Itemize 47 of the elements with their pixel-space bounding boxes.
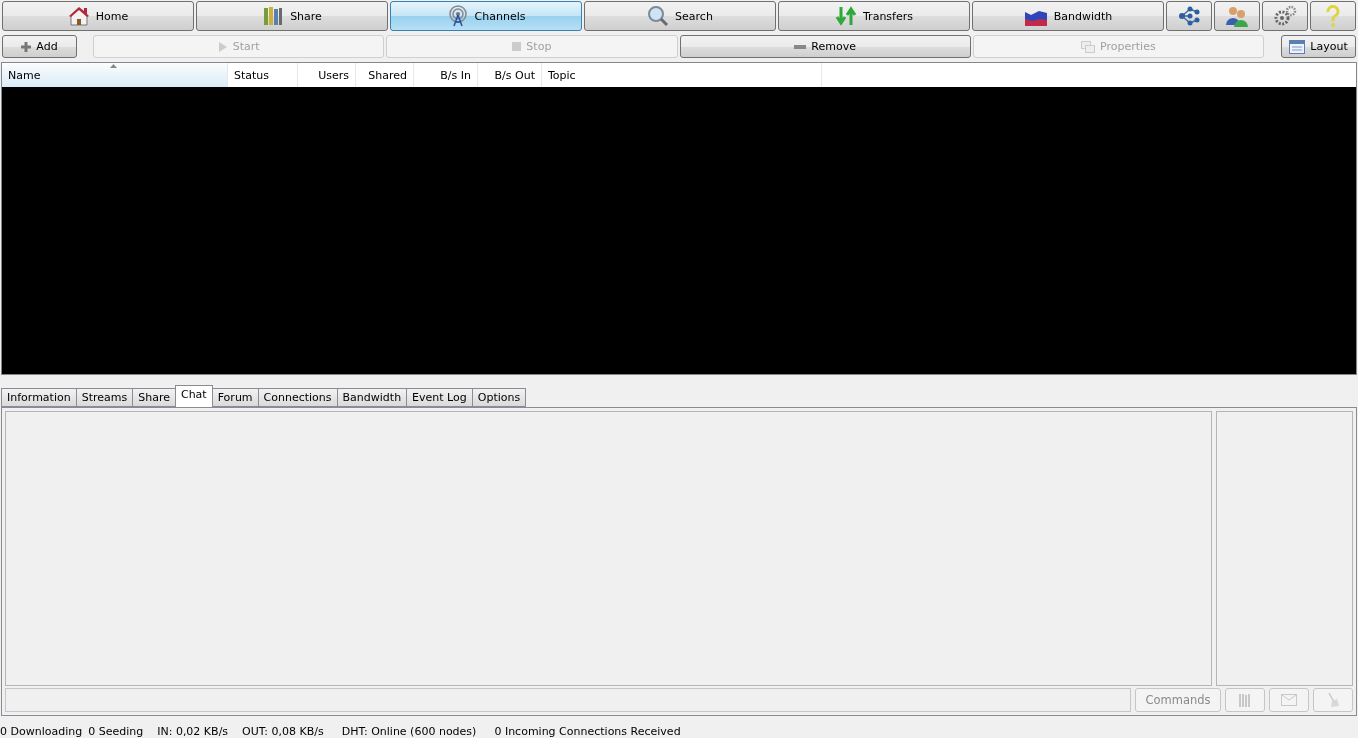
books-icon xyxy=(1238,693,1252,707)
layout-button[interactable]: Layout xyxy=(1281,35,1356,58)
tab[interactable]: Share xyxy=(132,388,176,407)
plus-icon xyxy=(21,41,32,52)
nav-tab[interactable]: Home xyxy=(2,1,194,31)
nav-tab[interactable]: Transfers xyxy=(778,1,970,31)
tab[interactable]: Event Log xyxy=(406,388,473,407)
status-text: 0 Seeding xyxy=(88,725,144,738)
status-text: OUT: 0,08 KB/s xyxy=(242,725,324,738)
nav-tab[interactable]: Share xyxy=(196,1,388,31)
toolbar-button[interactable]: Remove xyxy=(679,35,971,58)
toolbar-icon-button[interactable] xyxy=(1166,1,1212,31)
status-text: 0 Incoming Connections Received xyxy=(494,725,681,738)
play-icon xyxy=(217,41,228,52)
status-text: 0 Downloading xyxy=(0,725,83,738)
nav-tab[interactable]: Bandwidth xyxy=(972,1,1164,31)
antenna-icon xyxy=(446,5,469,27)
arrows-icon xyxy=(835,5,857,27)
toolbar-icon-button[interactable] xyxy=(1214,1,1260,31)
toolbar-icon-button[interactable] xyxy=(1262,1,1308,31)
toolbar-button[interactable]: Add xyxy=(2,35,77,58)
column-header[interactable]: Name xyxy=(2,63,228,87)
nav-tab[interactable]: Channels xyxy=(390,1,582,31)
envelope-icon xyxy=(1281,694,1297,706)
minus-icon xyxy=(794,44,807,49)
tab[interactable]: Streams xyxy=(75,388,134,407)
status-text: DHT: Online (600 nodes) xyxy=(341,725,477,738)
status-text: IN: 0,02 KB/s xyxy=(157,725,229,738)
tab[interactable]: Forum xyxy=(211,388,259,407)
house-icon xyxy=(67,5,90,27)
toolbar-icon-button[interactable] xyxy=(1310,1,1356,31)
nav-tab[interactable]: Search xyxy=(584,1,776,31)
network-icon xyxy=(1177,5,1201,27)
list-icon xyxy=(1289,39,1306,54)
broom-icon xyxy=(1326,692,1340,708)
tab[interactable]: Connections xyxy=(257,388,338,407)
message-field[interactable] xyxy=(5,688,1131,712)
books-icon xyxy=(262,5,285,27)
tab[interactable]: Information xyxy=(1,388,77,407)
tab[interactable]: Options xyxy=(471,388,527,407)
search-icon xyxy=(647,5,670,27)
users-icon xyxy=(1225,5,1249,27)
tab[interactable]: Chat xyxy=(174,385,213,407)
windows-icon xyxy=(1081,40,1096,53)
stop-icon xyxy=(512,42,522,51)
settings-icon xyxy=(1273,5,1297,27)
tab[interactable]: Bandwidth xyxy=(336,388,408,407)
